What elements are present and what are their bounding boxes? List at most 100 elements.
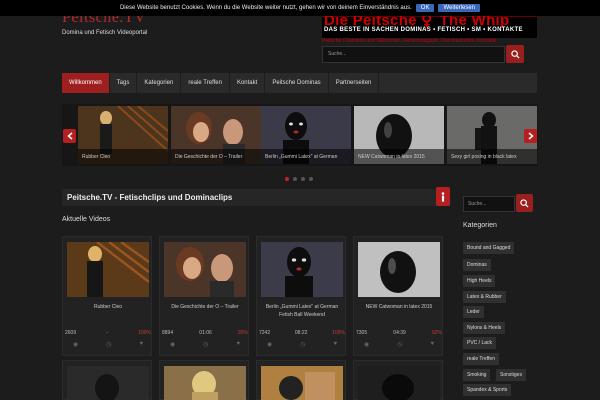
category-tag[interactable]: Spandex & Sports <box>463 384 512 396</box>
category-tag[interactable]: Bound and Gagged <box>463 242 515 254</box>
video-stat-icons: ◉ ◷ ♥ <box>65 341 151 348</box>
video-thumbnail[interactable] <box>358 366 440 400</box>
video-rating: 100% <box>138 330 151 336</box>
video-card[interactable] <box>353 360 443 400</box>
nav-item[interactable]: reale Treffen <box>181 73 230 93</box>
slide[interactable]: NEW Catwoman in latex 2015 <box>354 106 444 164</box>
video-thumbnail[interactable] <box>67 242 149 297</box>
site-tagline: Domina und Fetisch Videoportal <box>62 30 148 36</box>
video-thumbnail[interactable] <box>164 242 246 297</box>
nav-item[interactable]: Peitsche Dominas <box>265 73 329 93</box>
brand-description: Peitsche | Dominas und Sklavinnen, Fetis… <box>322 38 497 44</box>
video-duration: 08:22 <box>294 330 308 336</box>
category-tag[interactable]: PVC / Lack <box>463 337 497 349</box>
heart-icon: ♥ <box>333 341 337 347</box>
heart-icon: ♥ <box>430 341 434 347</box>
cookie-bar: Diese Website benutzt Cookies. Wenn du d… <box>0 0 600 16</box>
video-duration: 04:39 <box>393 330 406 336</box>
video-views: 7242 <box>259 330 271 336</box>
video-title[interactable]: Berlin „Gummi Latex" at German Fetish Ba… <box>259 303 345 319</box>
video-card[interactable]: Die Geschichte der O – Trailer 8894 01:0… <box>159 236 249 356</box>
video-title[interactable]: Die Geschichte der O – Trailer <box>162 303 248 311</box>
eye-icon: ◉ <box>267 342 273 348</box>
slide-caption: Die Geschichte der O – Trailer <box>171 149 261 164</box>
cookie-text: Diese Website benutzt Cookies. Wenn du d… <box>119 5 412 11</box>
slider-dot[interactable] <box>309 177 313 181</box>
video-duration: - <box>106 330 108 336</box>
category-tag[interactable]: Latex & Rubber <box>463 291 506 303</box>
slider-prev-button[interactable] <box>63 129 76 143</box>
nav-item[interactable]: Willkommen <box>62 73 110 93</box>
slider-dot[interactable] <box>293 177 297 181</box>
cookie-ok-button[interactable]: OK <box>415 4 435 12</box>
video-card[interactable] <box>62 360 152 400</box>
eye-icon: ◉ <box>73 342 79 348</box>
video-thumbnail[interactable] <box>261 366 343 400</box>
category-tag[interactable]: Sonstiges <box>496 369 526 381</box>
chevron-right-icon <box>528 132 534 140</box>
video-views: 2609 <box>65 330 77 336</box>
video-card[interactable] <box>256 360 346 400</box>
slider-dots <box>285 177 313 181</box>
heart-icon: ♥ <box>139 341 143 347</box>
nav-item[interactable]: Kategorien <box>137 73 182 93</box>
video-thumbnail[interactable] <box>358 242 440 297</box>
cookie-more-button[interactable]: Weiterlesen <box>438 4 481 12</box>
video-card[interactable]: NEW Catwoman in latex 2015 7305 04:39 92… <box>353 236 443 356</box>
video-views: 7305 <box>356 330 368 336</box>
clock-icon: ◷ <box>203 342 209 348</box>
video-card[interactable]: Rubber Cleo 2609 - 100% ◉ ◷ ♥ <box>62 236 152 356</box>
eye-icon: ◉ <box>364 342 370 348</box>
video-thumbnail[interactable] <box>164 366 246 400</box>
category-tag[interactable]: Dominas <box>463 259 491 271</box>
video-title[interactable]: NEW Catwoman in latex 2015 <box>356 303 442 311</box>
header-search-button[interactable] <box>506 45 524 63</box>
video-card[interactable]: Berlin „Gummi Latex" at German Fetish Ba… <box>256 236 346 356</box>
section-title: Aktuelle Videos <box>62 216 111 223</box>
sidebar-search-input[interactable]: Suche... <box>463 196 515 212</box>
nav-item[interactable]: Partnerseiten <box>329 73 380 93</box>
slide-caption: NEW Catwoman in latex 2015 <box>354 149 444 164</box>
clock-icon: ◷ <box>106 342 112 348</box>
video-stat-icons: ◉ ◷ ♥ <box>356 341 442 348</box>
video-stats: 8894 01:06 93% <box>162 330 248 336</box>
slide-caption: Berlin „Gummi Latex" at German <box>261 149 351 164</box>
video-duration: 01:06 <box>199 330 212 336</box>
info-icon <box>441 191 445 202</box>
slide[interactable]: Berlin „Gummi Latex" at German <box>261 106 351 164</box>
categories-title: Kategorien <box>463 222 497 229</box>
video-thumbnail[interactable] <box>261 242 343 297</box>
brand-banner[interactable]: Die Peitsche ⚥ The Whip DAS BESTE IN SAC… <box>322 12 537 38</box>
search-icon <box>520 198 529 208</box>
slide[interactable]: Die Geschichte der O – Trailer <box>171 106 261 164</box>
nav-item[interactable]: Tags <box>110 73 138 93</box>
category-tag[interactable]: Nylons & Heels <box>463 322 506 334</box>
video-thumbnail[interactable] <box>67 366 149 400</box>
category-tag[interactable]: Leder <box>463 306 484 318</box>
nav-item[interactable]: Kontakt <box>230 73 266 93</box>
video-card[interactable] <box>159 360 249 400</box>
category-tag[interactable]: High Heels <box>463 275 496 287</box>
main-nav: Willkommen Tags Kategorien reale Treffen Kon… <box>62 73 537 93</box>
info-button[interactable] <box>436 187 450 206</box>
eye-icon: ◉ <box>170 342 176 348</box>
slide-caption: Rubber Cleo <box>78 149 168 164</box>
slider-dot[interactable] <box>285 177 289 181</box>
video-stat-icons: ◉ ◷ ♥ <box>162 341 248 348</box>
page-title: Peitsche.TV - Fetischclips und Dominacli… <box>62 189 450 206</box>
slider-next-button[interactable] <box>524 129 537 143</box>
video-stats: 7305 04:39 92% <box>356 330 442 336</box>
slider-dot[interactable] <box>301 177 305 181</box>
category-tag[interactable]: reale Treffen <box>463 353 499 365</box>
slide[interactable]: Rubber Cleo <box>78 106 168 164</box>
category-tag[interactable]: Smoking <box>463 369 491 381</box>
header-search-input[interactable]: Suche... <box>322 46 505 63</box>
heart-icon: ♥ <box>236 341 240 347</box>
chevron-left-icon <box>66 132 72 140</box>
video-stats: 7242 08:22 100% <box>259 330 345 336</box>
video-title[interactable]: Rubber Cleo <box>65 303 151 311</box>
video-stat-icons: ◉ ◷ ♥ <box>259 341 345 348</box>
video-rating: 93% <box>237 330 248 336</box>
clock-icon: ◷ <box>397 342 403 348</box>
sidebar-search-button[interactable] <box>516 194 533 212</box>
